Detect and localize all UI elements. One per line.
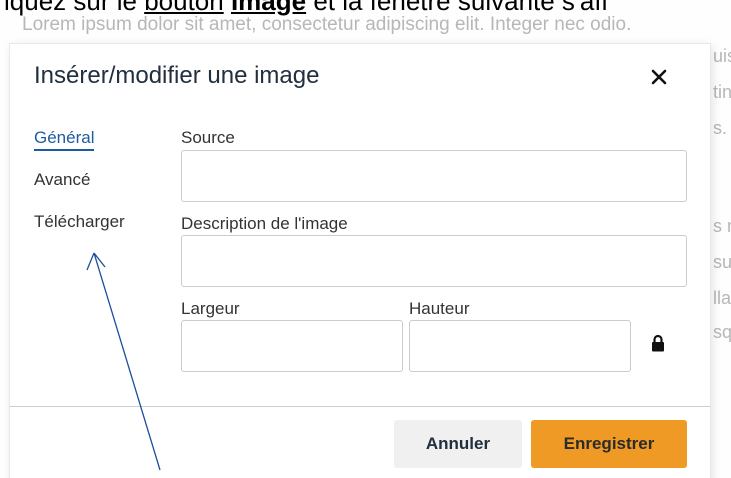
editor-background-fragment: s n (713, 216, 731, 236)
editor-background-fragment: uis (713, 46, 731, 66)
editor-background-fragment: s. ( (713, 118, 731, 138)
editor-background-fragment: su (713, 252, 731, 272)
footer-divider (10, 406, 710, 407)
dialog-title: Insérer/modifier une image (34, 62, 320, 89)
cancel-button[interactable]: Annuler (394, 420, 522, 468)
editor-background-text: Lorem ipsum dolor sit amet, consectetur … (22, 14, 632, 35)
lock-icon (652, 334, 664, 352)
height-input[interactable] (409, 320, 631, 372)
tab-upload[interactable]: Télécharger (34, 212, 125, 232)
editor-background-fragment: tin (713, 82, 731, 102)
width-label: Largeur (181, 299, 240, 318)
description-input[interactable] (181, 235, 687, 287)
image-dialog: Insérer/modifier une image Général Avanc… (10, 44, 710, 478)
width-input[interactable] (181, 320, 403, 372)
close-icon (651, 69, 667, 85)
close-button[interactable] (640, 60, 678, 94)
editor-background-fragment: sq (713, 322, 731, 342)
tab-advanced[interactable]: Avancé (34, 170, 90, 190)
tab-general[interactable]: Général (34, 128, 95, 151)
editor-background-fragment: lla (713, 288, 731, 308)
description-label: Description de l'image (181, 214, 348, 233)
screenshot-page: iquez sur le bouton Image et la fenêtre … (0, 0, 731, 478)
save-button[interactable]: Enregistrer (531, 420, 687, 468)
height-label: Hauteur (409, 299, 470, 318)
source-label: Source (181, 128, 235, 147)
constrain-proportions-toggle[interactable] (651, 334, 665, 357)
source-input[interactable] (181, 150, 687, 202)
